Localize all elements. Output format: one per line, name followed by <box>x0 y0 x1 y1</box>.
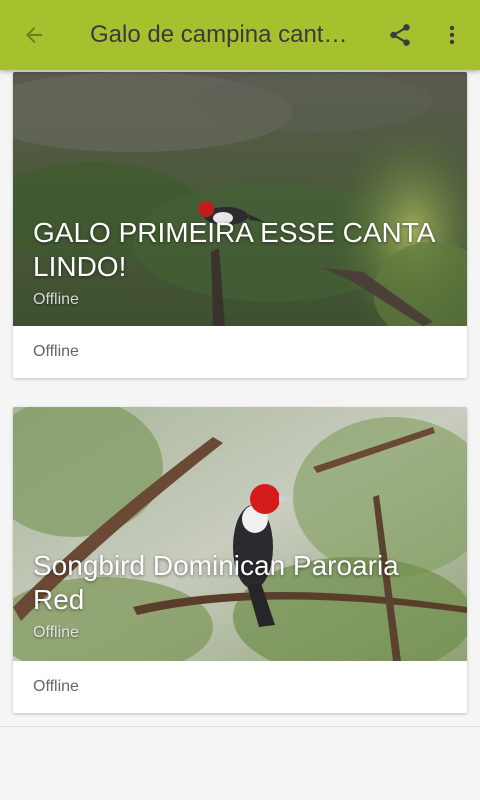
video-list: GALO PRIMEIRA ESSE CANTA LINDO! Offline … <box>0 70 480 800</box>
page-title: Galo de campina cant… <box>90 21 348 48</box>
video-title: GALO PRIMEIRA ESSE CANTA LINDO! <box>33 217 434 282</box>
more-vert-icon <box>449 25 455 45</box>
bird-on-post-image <box>13 72 467 326</box>
share-button[interactable] <box>380 15 420 55</box>
card-footer-status: Offline <box>33 678 79 695</box>
back-button[interactable] <box>14 15 54 55</box>
more-options-button[interactable] <box>432 15 472 55</box>
video-card[interactable]: GALO PRIMEIRA ESSE CANTA LINDO! Offline … <box>13 72 467 378</box>
video-thumbnail[interactable]: GALO PRIMEIRA ESSE CANTA LINDO! Offline <box>13 72 467 326</box>
video-status-overlay: Offline <box>33 291 79 308</box>
video-thumbnail[interactable]: Songbird Dominican Paroaria Red Offline <box>13 407 467 661</box>
share-icon <box>390 24 410 46</box>
card-footer-status: Offline <box>33 343 79 360</box>
video-title: Songbird Dominican Paroaria Red <box>33 550 399 615</box>
video-card[interactable]: Songbird Dominican Paroaria Red Offline … <box>13 407 467 713</box>
list-divider <box>0 726 480 727</box>
app-bar: Galo de campina cant… <box>0 0 480 70</box>
red-cardinal-on-branch-image <box>13 407 467 661</box>
video-status-overlay: Offline <box>33 624 79 641</box>
arrow-back-icon <box>26 27 42 43</box>
